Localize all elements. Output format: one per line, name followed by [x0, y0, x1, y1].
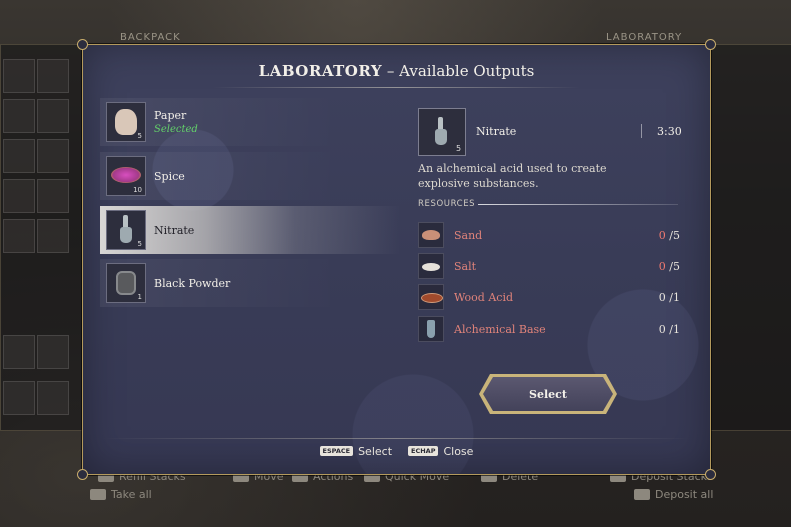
inventory-slot[interactable]	[37, 179, 69, 213]
resources-divider	[478, 204, 678, 205]
selected-status: Selected	[154, 124, 198, 135]
key-icon	[634, 489, 650, 500]
salt-icon	[418, 253, 444, 279]
output-item-paper[interactable]: 5 Paper Selected	[100, 98, 400, 146]
resources-header: RESOURCES	[418, 199, 476, 209]
laboratory-panel	[709, 44, 791, 431]
resource-count: 0 /5	[658, 228, 680, 242]
inventory-slot[interactable]	[37, 219, 69, 253]
resource-count: 0 /1	[658, 322, 680, 336]
select-hint[interactable]: ESPACE Select	[319, 445, 392, 458]
laboratory-outputs-modal: LABORATORY – Available Outputs 5 Paper S…	[77, 39, 716, 480]
corner-ornament	[77, 39, 88, 50]
hint-take-all: Take all	[90, 488, 152, 501]
divider	[641, 124, 642, 138]
corner-ornament	[77, 469, 88, 480]
output-label: Spice	[154, 169, 185, 183]
inventory-slot[interactable]	[3, 219, 35, 253]
hotbar-slot[interactable]	[3, 381, 35, 415]
resource-row-salt: Salt 0 /5	[418, 253, 680, 279]
hotbar-slot[interactable]	[3, 335, 35, 369]
inventory-slot[interactable]	[3, 99, 35, 133]
nitrate-flask-icon: 5	[106, 210, 146, 250]
corner-ornament	[705, 39, 716, 50]
escape-key-icon: ECHAP	[408, 446, 439, 456]
backpack-panel	[0, 44, 84, 431]
output-item-spice[interactable]: 10 Spice	[100, 152, 400, 200]
footer-divider	[103, 438, 690, 439]
resource-count: 0 /1	[658, 290, 680, 304]
resource-row-alchemical-base: Alchemical Base 0 /1	[418, 316, 680, 342]
hotbar-slot[interactable]	[37, 381, 69, 415]
hint-deposit-all: Deposit all	[634, 488, 713, 501]
craft-time: 3:30	[657, 125, 682, 138]
inventory-slot[interactable]	[3, 139, 35, 173]
hotbar-slot[interactable]	[37, 335, 69, 369]
resource-row-wood-acid: Wood Acid 0 /1	[418, 284, 680, 310]
paper-icon: 5	[106, 102, 146, 142]
sand-icon	[418, 222, 444, 248]
output-label: Nitrate	[154, 223, 195, 237]
output-item-black-powder[interactable]: 1 Black Powder	[100, 259, 400, 307]
output-label: Paper Selected	[154, 109, 198, 135]
item-description: An alchemical acid used to create explos…	[418, 162, 607, 190]
laboratory-header: LABORATORY	[606, 32, 683, 43]
resource-count: 0 /5	[658, 259, 680, 273]
backpack-header: BACKPACK	[120, 32, 181, 43]
modal-title: LABORATORY – Available Outputs	[258, 62, 535, 80]
spice-icon: 10	[106, 156, 146, 196]
select-button[interactable]: Select	[483, 377, 613, 411]
space-key-icon: ESPACE	[319, 446, 354, 456]
title-divider	[213, 87, 580, 88]
inventory-slot[interactable]	[37, 99, 69, 133]
alchemical-base-icon	[418, 316, 444, 342]
inventory-slot[interactable]	[3, 179, 35, 213]
corner-ornament	[705, 469, 716, 480]
footer-hints: ESPACE Select ECHAP Close	[83, 445, 710, 458]
inventory-slot[interactable]	[3, 59, 35, 93]
inventory-slot[interactable]	[37, 59, 69, 93]
output-item-nitrate[interactable]: 5 Nitrate	[100, 206, 400, 254]
resource-row-sand: Sand 0 /5	[418, 222, 680, 248]
inventory-slot[interactable]	[37, 139, 69, 173]
detail-item-name: Nitrate	[476, 125, 517, 138]
nitrate-flask-icon: 5	[418, 108, 466, 156]
wood-acid-icon	[418, 284, 444, 310]
key-icon	[90, 489, 106, 500]
output-label: Black Powder	[154, 276, 231, 290]
black-powder-icon: 1	[106, 263, 146, 303]
close-hint[interactable]: ECHAP Close	[408, 445, 473, 458]
